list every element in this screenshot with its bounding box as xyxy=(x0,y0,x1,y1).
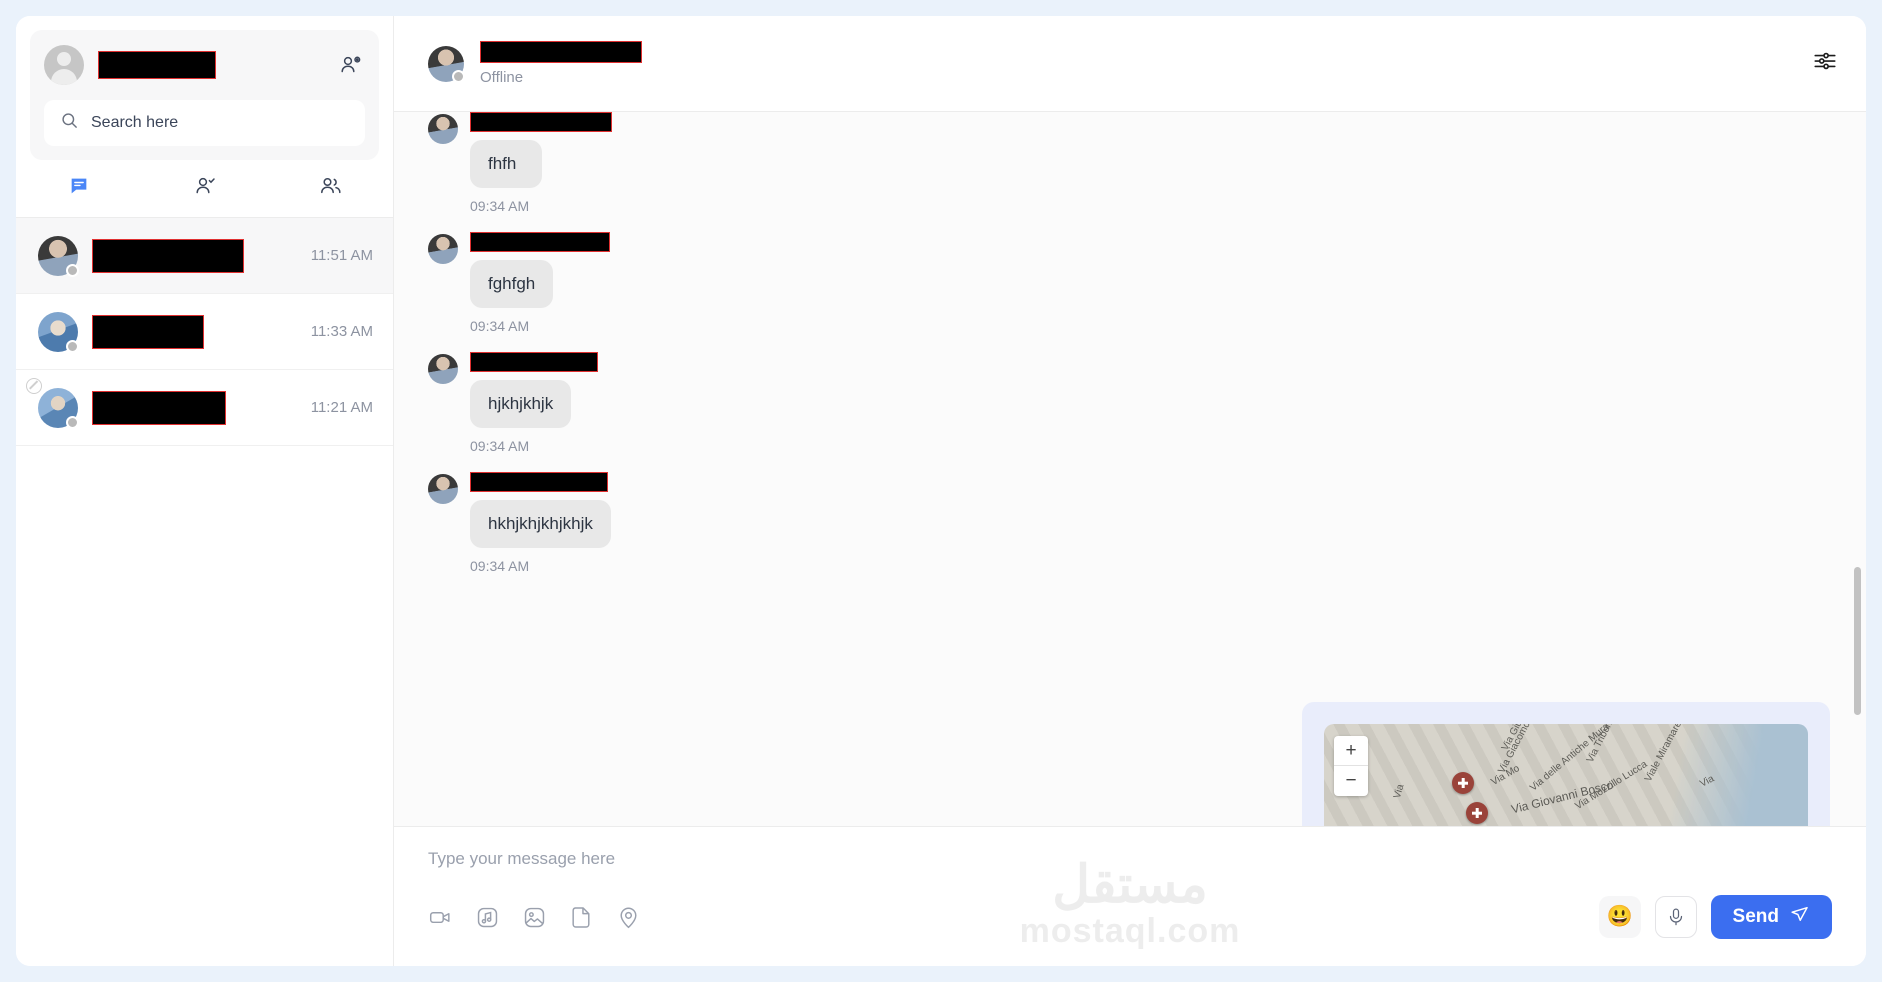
avatar xyxy=(38,235,79,277)
status-dot xyxy=(66,415,79,429)
message-time: 09:34 AM xyxy=(470,558,530,574)
message-item: fhfh 09:34 AM xyxy=(394,112,1866,214)
avatar xyxy=(38,311,79,353)
send-button-label: Send xyxy=(1732,906,1779,927)
tab-groups[interactable] xyxy=(267,160,393,217)
conversation-time: 11:51 AM xyxy=(310,247,373,264)
current-user-profile[interactable] xyxy=(44,42,365,88)
chat-panel: Offline fhfh 09:34 AM fghfgh 09:34 AM hj… xyxy=(394,16,1866,966)
conversation-time: 11:21 AM xyxy=(310,399,373,416)
conversation-name-redacted xyxy=(92,314,204,349)
conversation-name-redacted xyxy=(92,238,244,273)
message-input[interactable] xyxy=(428,849,1271,869)
message-bubble: hkhjkhjkhjkhjk xyxy=(470,500,611,548)
message-sender-redacted xyxy=(470,472,608,492)
conversation-name-redacted xyxy=(92,390,226,425)
avatar xyxy=(428,474,458,504)
tab-chats[interactable] xyxy=(16,160,142,217)
map-attachment-card[interactable]: + − Via Giu Via Giacomo Via delle Antich… xyxy=(1302,702,1830,826)
music-note-icon[interactable] xyxy=(475,905,500,930)
chat-bubble-icon xyxy=(68,175,90,202)
blocked-icon xyxy=(26,377,42,394)
sidebar-header xyxy=(30,30,379,160)
message-item: hjkhjkhjk 09:34 AM xyxy=(394,352,1866,454)
avatar xyxy=(26,377,79,429)
message-bubble: hjkhjkhjk xyxy=(470,380,572,428)
avatar xyxy=(428,45,465,83)
map-street-label: Via xyxy=(1698,773,1717,790)
sliders-icon[interactable] xyxy=(1812,48,1838,79)
search-icon xyxy=(60,111,79,135)
map-marker[interactable] xyxy=(1452,772,1474,794)
send-button[interactable]: Send xyxy=(1710,895,1832,939)
sidebar: 11:51 AM 11:33 AM 11:21 AM xyxy=(16,16,394,966)
user-check-icon xyxy=(193,174,217,203)
chat-application-window: 11:51 AM 11:33 AM 11:21 AM xyxy=(16,16,1866,966)
chat-header: Offline xyxy=(394,16,1866,112)
map-street-label: Via xyxy=(1391,783,1407,800)
search-input[interactable] xyxy=(91,114,349,132)
message-sender-redacted xyxy=(470,112,612,132)
chat-status: Offline xyxy=(480,69,524,86)
list-item[interactable]: 11:21 AM xyxy=(16,370,393,446)
current-user-name-redacted xyxy=(98,51,216,79)
location-pin-icon[interactable] xyxy=(616,905,641,930)
sidebar-tabs xyxy=(16,160,393,218)
smiley-face-icon[interactable]: 😃 xyxy=(1598,896,1641,938)
image-icon[interactable] xyxy=(522,905,547,930)
status-dot xyxy=(66,263,79,277)
map-street-label: Viale Miramare xyxy=(1642,724,1685,784)
message-item: hkhjkhjkhjkhjk 09:34 AM xyxy=(394,472,1866,574)
message-sender-redacted xyxy=(470,232,610,252)
message-list[interactable]: fhfh 09:34 AM fghfgh 09:34 AM hjkhjkhjk … xyxy=(394,112,1866,826)
avatar xyxy=(428,234,458,264)
status-dot xyxy=(452,69,465,83)
map-marker[interactable] xyxy=(1466,802,1488,824)
conversation-list[interactable]: 11:51 AM 11:33 AM 11:21 AM xyxy=(16,218,393,966)
document-icon[interactable] xyxy=(569,905,594,930)
search-box[interactable] xyxy=(44,100,365,146)
map-zoom-in-button[interactable]: + xyxy=(1334,736,1368,766)
paper-plane-icon xyxy=(1789,904,1810,931)
users-group-icon xyxy=(318,174,342,203)
list-item[interactable]: 11:33 AM xyxy=(16,294,393,370)
message-sender-redacted xyxy=(470,352,598,372)
avatar xyxy=(428,114,458,144)
attachment-toolbar xyxy=(428,905,641,930)
map-zoom-controls[interactable]: + − xyxy=(1334,736,1368,796)
map-zoom-out-button[interactable]: − xyxy=(1334,766,1368,796)
add-user-icon[interactable] xyxy=(337,51,365,79)
message-time: 09:34 AM xyxy=(470,438,530,454)
emoji-glyph: 😃 xyxy=(1606,905,1633,928)
chat-title-redacted xyxy=(480,41,642,63)
tab-contacts[interactable] xyxy=(142,160,268,217)
conversation-time: 11:33 AM xyxy=(310,323,373,340)
message-composer: مستقل mostaql.com Type your message here… xyxy=(394,826,1866,966)
status-dot xyxy=(66,339,79,353)
message-time: 09:34 AM xyxy=(470,318,530,334)
avatar xyxy=(428,354,458,384)
message-bubble: fghfgh xyxy=(470,260,554,308)
message-item: fghfgh 09:34 AM xyxy=(394,232,1866,334)
message-bubble: fhfh xyxy=(470,140,542,188)
video-camera-icon[interactable] xyxy=(428,905,453,930)
message-time: 09:34 AM xyxy=(470,198,530,214)
microphone-icon[interactable] xyxy=(1654,896,1697,938)
map-thumbnail[interactable]: + − Via Giu Via Giacomo Via delle Antich… xyxy=(1324,724,1808,826)
scrollbar-thumb[interactable] xyxy=(1854,567,1861,715)
avatar xyxy=(44,45,84,85)
list-item[interactable]: 11:51 AM xyxy=(16,218,393,294)
